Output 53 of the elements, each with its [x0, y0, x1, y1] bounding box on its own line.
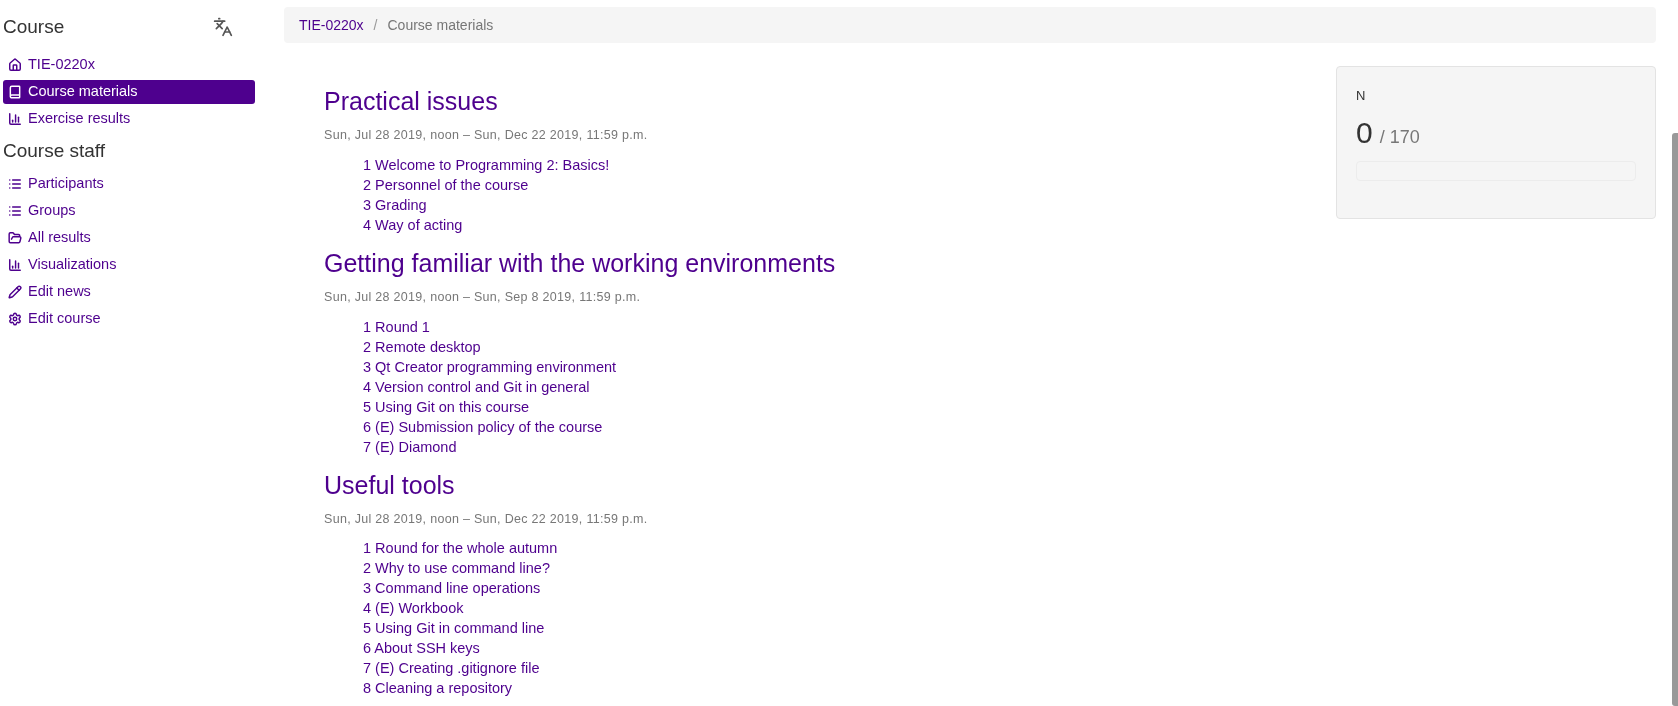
- chapter-link[interactable]: 2 Why to use command line?: [363, 558, 1336, 579]
- chapter-link[interactable]: 3 Command line operations: [363, 578, 1336, 599]
- sidebar-heading: Course: [3, 14, 65, 39]
- chapter-link[interactable]: 6 (E) Submission policy of the course: [363, 416, 1336, 437]
- book-icon: [8, 85, 22, 99]
- chapter-link[interactable]: 5 Using Git on this course: [363, 396, 1336, 417]
- bar-chart-icon: [8, 112, 22, 126]
- breadcrumb-link[interactable]: TIE-0220x: [299, 14, 364, 36]
- breadcrumb-current: Course materials: [387, 15, 494, 35]
- points-total: / 170: [1379, 125, 1420, 149]
- sidebar-item[interactable]: All results: [3, 226, 255, 250]
- folder-icon: [8, 231, 22, 245]
- points-label: N: [1356, 87, 1367, 105]
- chapter-link[interactable]: 6 About SSH keys: [363, 638, 1336, 659]
- scrollbar[interactable]: [1672, 133, 1678, 706]
- module-title[interactable]: Getting familiar with the working environments: [324, 247, 1336, 278]
- chapter-link[interactable]: 4 Version control and Git in general: [363, 376, 1336, 397]
- chapter-link[interactable]: 8 Cleaning a repository: [363, 678, 1336, 699]
- gear-icon: [8, 312, 22, 326]
- points-value: 0: [1356, 114, 1373, 151]
- breadcrumb-separator: /: [372, 15, 379, 35]
- chapter-link[interactable]: 7 (E) Diamond: [363, 436, 1336, 457]
- sidebar-item[interactable]: TIE-0220x: [3, 53, 255, 77]
- sidebar-item[interactable]: Groups: [3, 199, 255, 223]
- bar-chart-icon: [8, 258, 22, 272]
- sidebar-item[interactable]: Exercise results: [3, 107, 255, 131]
- pencil-icon: [8, 285, 22, 299]
- sidebar-item[interactable]: Edit course: [3, 307, 255, 331]
- module-dates: Sun, Jul 28 2019, noon – Sun, Sep 8 2019, 11:59 p.m.: [324, 288, 642, 306]
- list-icon: [8, 204, 22, 218]
- chapter-link[interactable]: 1 Round for the whole autumn: [363, 538, 1336, 559]
- sidebar-item[interactable]: Visualizations: [3, 253, 255, 277]
- chapter-link[interactable]: 4 Way of acting: [363, 214, 1336, 235]
- sidebar-item[interactable]: Course materials: [3, 80, 255, 104]
- chapter-link[interactable]: 7 (E) Creating .gitignore file: [363, 658, 1336, 679]
- chapter-link[interactable]: 5 Using Git in command line: [363, 618, 1336, 639]
- sidebar-item[interactable]: Edit news: [3, 280, 255, 304]
- module-dates: Sun, Jul 28 2019, noon – Sun, Dec 22 2019, 11:59 p.m.: [324, 127, 649, 144]
- chapter-link[interactable]: 4 (E) Workbook: [363, 598, 1336, 619]
- module-dates: Sun, Jul 28 2019, noon – Sun, Dec 22 2019, 11:59 p.m.: [324, 510, 649, 528]
- list-icon: [8, 177, 22, 191]
- chapter-link[interactable]: 2 Personnel of the course: [363, 174, 1336, 195]
- chapter-link[interactable]: 1 Welcome to Programming 2: Basics!: [363, 154, 1336, 175]
- sidebar-item[interactable]: Participants: [3, 172, 255, 196]
- home-icon: [8, 58, 22, 72]
- chapter-link[interactable]: 3 Qt Creator programming environment: [363, 356, 1336, 377]
- chapter-link[interactable]: 1 Round 1: [363, 316, 1336, 337]
- chapter-link[interactable]: 3 Grading: [363, 194, 1336, 215]
- sidebar-heading: Course staff: [3, 138, 106, 163]
- language-icon[interactable]: [213, 17, 233, 37]
- module-title[interactable]: Useful tools: [324, 469, 1336, 500]
- chapter-link[interactable]: 2 Remote desktop: [363, 336, 1336, 357]
- module-title[interactable]: Practical issues: [324, 86, 1336, 116]
